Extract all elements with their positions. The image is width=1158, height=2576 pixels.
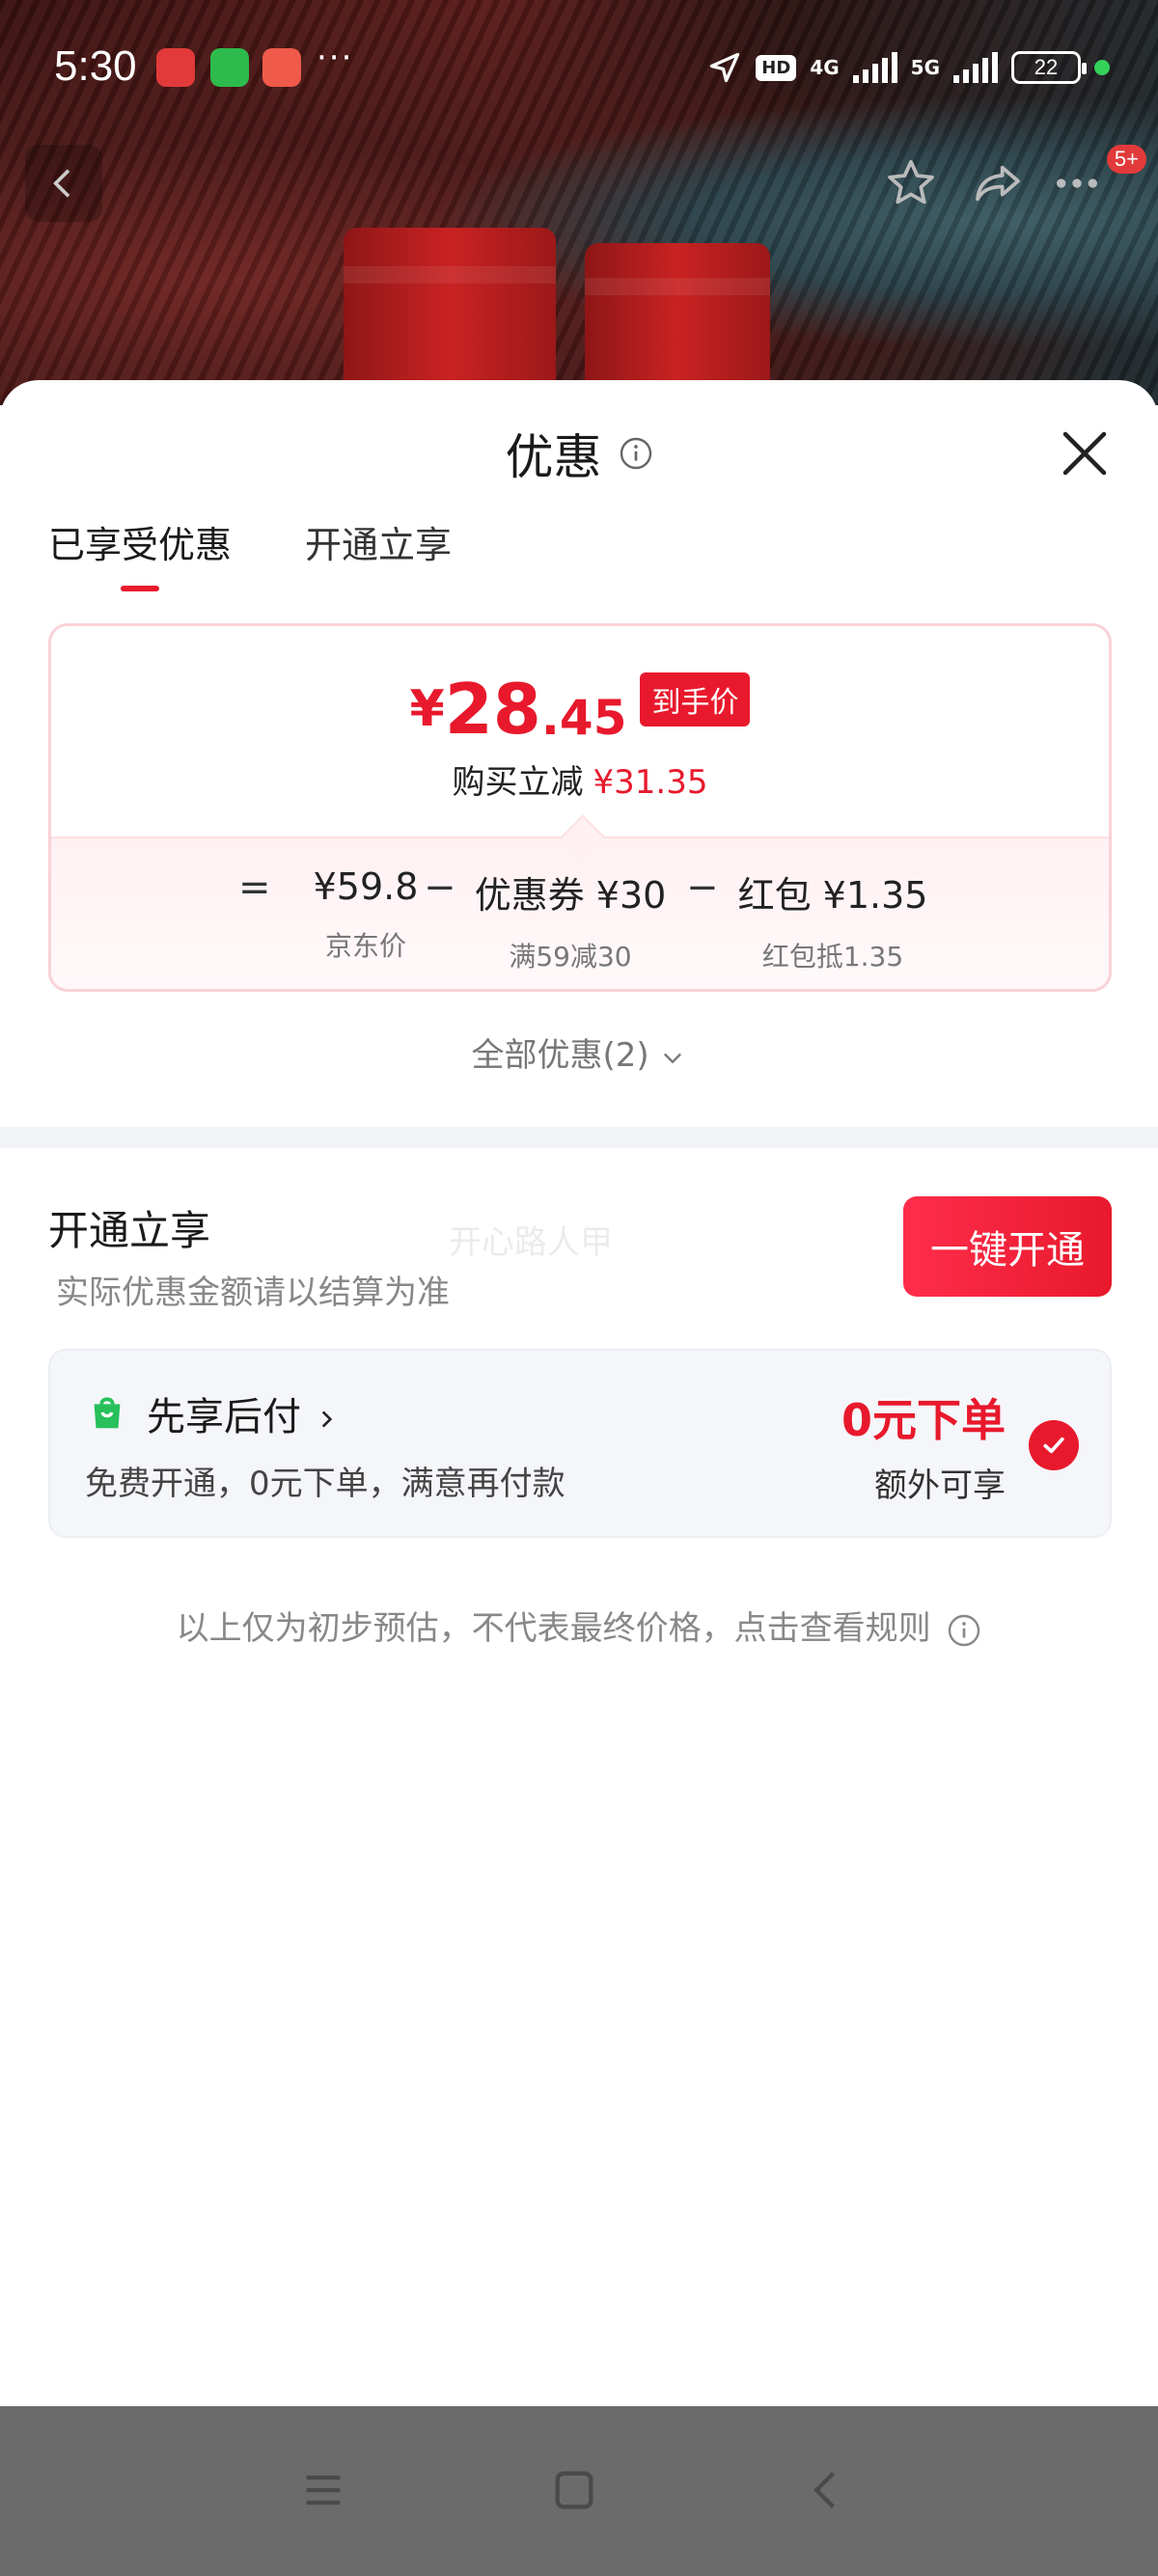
chevron-right-icon <box>321 1411 332 1428</box>
tab-enjoyed-discounts[interactable]: 已享受优惠 <box>48 515 232 591</box>
equals-sign: = <box>238 865 271 910</box>
back-icon <box>813 2472 836 2508</box>
status-indicators: HD 4G 5G 22 <box>707 46 1110 89</box>
tab-bar: 已享受优惠 开通立享 <box>48 515 452 591</box>
network-5g-label: 5G <box>910 56 940 79</box>
tab-activate-to-enjoy[interactable]: 开通立享 <box>305 515 452 591</box>
privacy-indicator-dot <box>1094 60 1110 75</box>
minus-sign: − <box>686 865 719 910</box>
final-price-tag: 到手价 <box>640 672 751 726</box>
chevron-down-icon <box>664 1053 682 1063</box>
product-can-left <box>344 228 556 405</box>
more-notifications-icon: ··· <box>317 39 354 77</box>
pay-later-title[interactable]: 先享后付 <box>147 1385 339 1441</box>
network-4g-label: 4G <box>810 56 840 79</box>
home-button[interactable] <box>540 2456 608 2524</box>
breakdown-value: ¥59.8 <box>313 865 419 908</box>
sheet-header: 优惠 <box>0 419 1158 496</box>
breakdown-label: 红包抵1.35 <box>761 941 904 973</box>
activate-section-subtitle: 实际优惠金额请以结算为准 <box>56 1274 450 1312</box>
signal-icon <box>852 52 897 83</box>
breakdown-item-red-packet: 红包 ¥1.35 红包抵1.35 <box>736 865 929 974</box>
app-notification-icon <box>156 48 195 87</box>
instant-reduction: 购买立减 ¥31.35 <box>51 755 1109 803</box>
price-disclaimer[interactable]: 以上仅为初步预估，不代表最终价格，点击查看规则 <box>0 1602 1158 1649</box>
activate-section-title: 开通立享 <box>48 1207 211 1254</box>
section-divider <box>0 1127 1158 1148</box>
breakdown-value: 红包 ¥1.35 <box>737 874 928 917</box>
all-discounts-toggle[interactable]: 全部优惠(2) <box>0 1028 1158 1076</box>
close-button[interactable] <box>1056 425 1114 482</box>
more-button[interactable] <box>1038 145 1116 222</box>
signal-icon <box>953 52 998 83</box>
all-discounts-label: 全部优惠(2) <box>471 1036 649 1075</box>
favorite-button[interactable] <box>872 145 950 222</box>
recent-apps-button[interactable] <box>290 2456 357 2524</box>
system-navigation-bar <box>0 2406 1158 2576</box>
pay-later-card[interactable]: 先享后付 免费开通，0元下单，满意再付款 0元下单 额外可享 <box>48 1349 1112 1538</box>
breakdown-label: 京东价 <box>324 930 406 962</box>
price-breakdown: = ¥59.8 京东价 − 优惠券 ¥30 满59减30 − 红包 ¥1.35 … <box>51 814 1109 989</box>
breakdown-item-jd-price: ¥59.8 京东价 <box>289 865 443 964</box>
shopping-bag-icon <box>94 1397 121 1429</box>
share-button[interactable] <box>959 145 1036 222</box>
star-icon <box>888 159 934 205</box>
check-icon <box>1043 1437 1064 1454</box>
pay-later-extra: 额外可享 <box>874 1466 1006 1505</box>
final-price: ¥ 28 .45 到手价 <box>51 626 1109 744</box>
price-decimal: .45 <box>540 690 627 746</box>
final-price-card: ¥ 28 .45 到手价 购买立减 ¥31.35 = ¥59.8 京东价 − 优惠… <box>48 623 1112 992</box>
app-notification-icon <box>262 48 301 87</box>
price-integer: 28 <box>444 669 541 750</box>
one-click-activate-button[interactable]: 一键开通 <box>903 1196 1112 1297</box>
price-currency: ¥ <box>409 680 445 738</box>
share-icon <box>976 165 1020 202</box>
breakdown-value: 优惠券 ¥30 <box>474 874 667 917</box>
wechat-icon <box>210 48 249 87</box>
close-icon <box>1062 431 1107 476</box>
info-icon <box>949 1614 980 1646</box>
breakdown-item-coupon: 优惠券 ¥30 满59减30 <box>472 865 669 974</box>
notification-badge: 5+ <box>1106 145 1146 174</box>
home-icon <box>555 2471 593 2509</box>
breakdown-label: 满59减30 <box>509 941 632 973</box>
pay-later-title-text: 先享后付 <box>147 1395 301 1439</box>
battery-level: 22 <box>1034 55 1059 79</box>
back-icon <box>53 169 70 198</box>
final-price-section: ¥ 28 .45 到手价 购买立减 ¥31.35 <box>51 626 1109 836</box>
minus-sign: − <box>424 865 456 910</box>
disclaimer-text: 以上仅为初步预估，不代表最终价格，点击查看规则 <box>176 1609 931 1648</box>
status-time: 5:30 <box>54 42 137 90</box>
back-button[interactable] <box>25 145 102 222</box>
watermark-text: 开心路人甲 <box>449 1223 613 1262</box>
location-icon <box>710 52 740 83</box>
more-icon <box>1057 178 1097 188</box>
reduction-label: 购买立减 <box>452 763 584 802</box>
status-bar: 5:30 ··· HD 4G 5G 22 <box>0 0 1158 135</box>
pay-later-highlight: 0元下单 <box>841 1394 1006 1446</box>
pay-later-description: 免费开通，0元下单，满意再付款 <box>85 1465 565 1503</box>
pay-later-checkbox[interactable] <box>1029 1420 1079 1470</box>
hd-badge: HD <box>756 54 797 81</box>
sheet-title: 优惠 <box>505 429 602 485</box>
system-back-button[interactable] <box>793 2456 861 2524</box>
reduction-amount: ¥31.35 <box>593 763 708 802</box>
battery-icon: 22 <box>1011 51 1087 84</box>
menu-icon <box>306 2475 341 2506</box>
info-icon[interactable] <box>619 436 653 471</box>
discount-bottom-sheet: 优惠 已享受优惠 开通立享 ¥ 28 .45 到手价 购买立减¥31.35 = <box>0 380 1158 2406</box>
